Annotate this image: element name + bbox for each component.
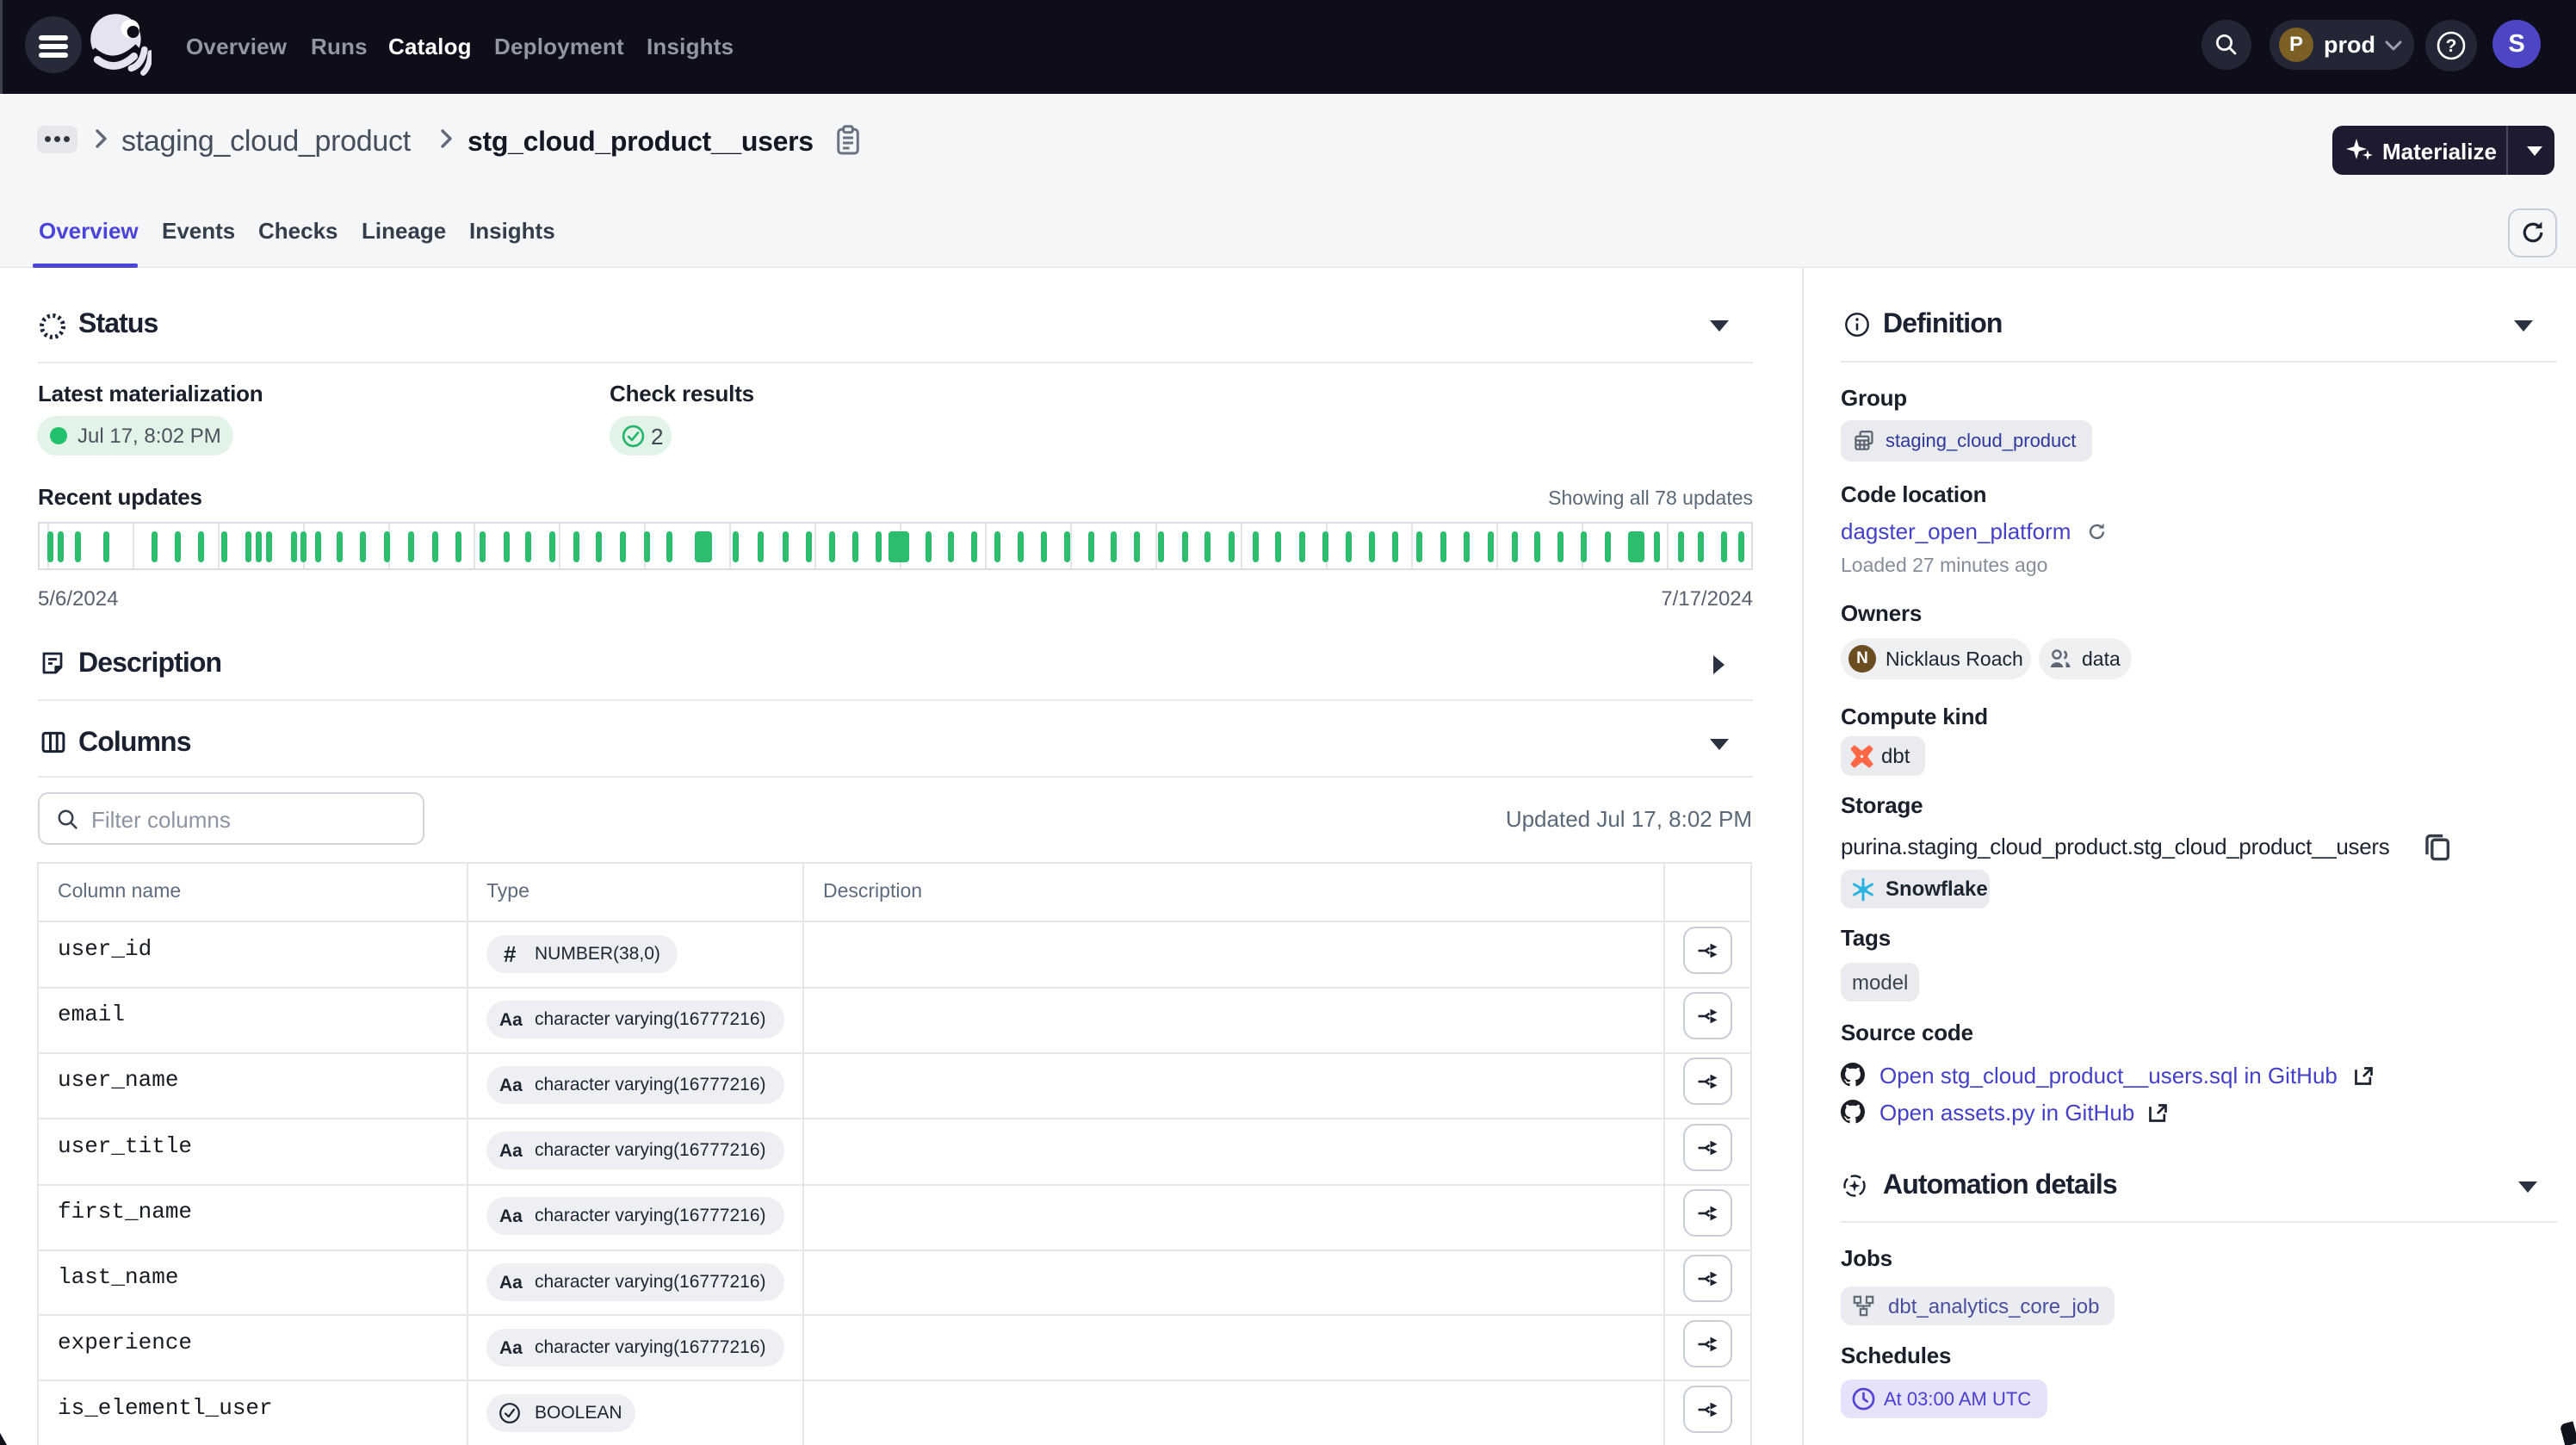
svg-text:?: ? — [2446, 36, 2457, 56]
